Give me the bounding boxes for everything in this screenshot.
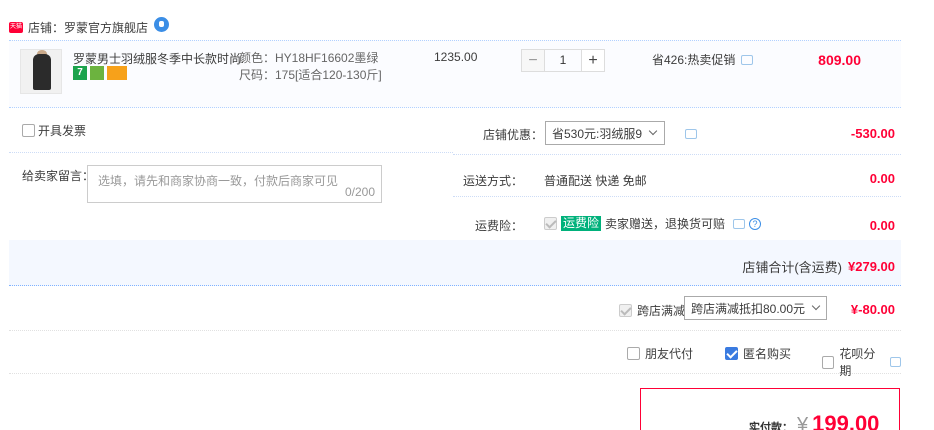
insurance-checkbox: [544, 217, 557, 230]
cross-store-select[interactable]: 跨店满减抵扣80.00元: [684, 296, 827, 320]
guarantee-icon[interactable]: [90, 66, 104, 80]
seven-day-return-icon[interactable]: 7: [73, 66, 87, 80]
store-order-panel: 开具发票 给卖家留言： 选填，请先和商家协商一致，付款后商家可见 0/200 店…: [9, 108, 901, 286]
huabei-info-icon[interactable]: [889, 357, 901, 367]
actual-payment-amount: 199.00: [812, 411, 880, 430]
chevron-down-icon: [811, 301, 821, 311]
huabei-checkbox[interactable]: [822, 355, 835, 369]
chevron-down-icon: [648, 126, 658, 136]
product-title[interactable]: 罗蒙男士羽绒服冬季中长款时尚...: [73, 50, 243, 67]
store-total-label: 店铺合计(含运费): [742, 260, 842, 275]
message-char-count: 0/200: [344, 185, 375, 199]
quantity-input[interactable]: 1: [545, 49, 581, 72]
cross-store-option: 跨店满减: [619, 302, 685, 319]
item-subtotal: 809.00: [818, 52, 861, 68]
discount-info-icon[interactable]: [685, 129, 697, 139]
decrease-quantity-button[interactable]: −: [521, 49, 545, 72]
left-options-panel: 开具发票 给卖家留言： 选填，请先和商家协商一致，付款后商家可见 0/200: [9, 108, 453, 240]
sku-size: 尺码：175[适合120-130斤]: [239, 68, 382, 82]
promotion-info-icon[interactable]: [741, 54, 754, 65]
store-total: 店铺合计(含运费) ¥279.00: [742, 257, 895, 276]
insurance-chat-icon[interactable]: [733, 218, 746, 229]
actual-payment-label: 实付款：: [749, 422, 793, 430]
divider: [9, 152, 453, 153]
message-placeholder: 选填，请先和商家协商一致，付款后商家可见: [98, 174, 339, 188]
store-name[interactable]: 店铺：罗蒙官方旗舰店: [28, 19, 148, 36]
cross-store-amount: ¥-80.00: [850, 302, 895, 317]
sku-info: 颜色：HY18HF16602墨绿 尺码：175[适合120-130斤]: [239, 50, 382, 84]
discount-amount: -530.00: [850, 126, 895, 141]
shipping-method: 普通配送 快递 免邮: [544, 174, 647, 188]
message-textarea[interactable]: 选填，请先和商家协商一致，付款后商家可见 0/200: [87, 165, 382, 203]
cross-store-label: 跨店满减: [637, 304, 686, 318]
anonymous-label: 匿名购买: [743, 347, 792, 361]
invoice-label: 开具发票: [38, 124, 87, 138]
promotion-text: 省426:热卖促销: [652, 53, 736, 67]
friend-pay-label: 朋友代付: [645, 347, 694, 361]
shipping-label: 运送方式：: [462, 174, 523, 188]
order-item-row: 罗蒙男士羽绒服冬季中长款时尚... 7 颜色：HY18HF16602墨绿 尺码：…: [9, 40, 901, 108]
sku-color: 颜色：HY18HF16602墨绿: [239, 51, 379, 65]
currency-symbol: ¥: [797, 414, 809, 430]
credit-card-icon[interactable]: [107, 66, 127, 80]
friend-pay-checkbox[interactable]: [627, 347, 640, 360]
divider: [453, 154, 901, 155]
insurance-text: 卖家赠送，退换货可赔: [605, 217, 726, 231]
discount-label: 店铺优惠：: [482, 128, 543, 142]
insurance-tag: 运费险: [561, 216, 602, 231]
insurance-label: 运费险：: [474, 219, 523, 233]
cross-store-discount-row: 跨店满减 跨店满减抵扣80.00元 ¥-80.00: [9, 288, 901, 331]
product-thumbnail[interactable]: [20, 49, 62, 94]
discount-select[interactable]: 省530元:羽绒服9: [545, 121, 665, 145]
item-promotion: 省426:热卖促销: [652, 51, 754, 68]
increase-quantity-button[interactable]: +: [581, 49, 605, 72]
unit-price: 1235.00: [434, 50, 478, 64]
actual-payment: 实付款： ¥ 199.00: [749, 411, 879, 430]
actual-payment-box: 实付款： ¥ 199.00: [640, 388, 900, 430]
anonymous-checkbox[interactable]: [725, 347, 738, 360]
huabei-label: 花呗分期: [839, 347, 876, 378]
invoice-option[interactable]: 开具发票: [22, 122, 86, 139]
wangwang-chat-icon[interactable]: [154, 16, 170, 32]
message-label: 给卖家留言：: [22, 169, 95, 183]
tmall-store-icon: 天猫: [9, 21, 23, 33]
insurance-amount: 0.00: [869, 218, 895, 233]
divider: [453, 196, 901, 197]
huabei-option[interactable]: 花呗分期: [822, 345, 901, 379]
right-summary-panel: 店铺优惠： 省530元:羽绒服9 -530.00 运送方式： 普通配送 快递 免…: [453, 108, 901, 240]
payment-options-row: 朋友代付 匿名购买 花呗分期: [9, 331, 901, 378]
invoice-checkbox[interactable]: [22, 124, 35, 137]
shipping-amount: 0.00: [869, 171, 895, 186]
store-header: 天猫 店铺：罗蒙官方旗舰店: [9, 14, 170, 40]
help-icon[interactable]: ?: [749, 217, 762, 230]
store-total-amount: ¥279.00: [848, 259, 895, 274]
discount-selected: 省530元:羽绒服9: [552, 126, 643, 141]
cross-store-selected: 跨店满减抵扣80.00元: [691, 301, 806, 316]
friend-pay-option[interactable]: 朋友代付: [627, 345, 693, 362]
cross-store-checkbox: [619, 304, 632, 317]
service-badges: 7: [73, 66, 127, 80]
insurance-option: 运费险 卖家赠送，退换货可赔 ?: [544, 215, 762, 232]
anonymous-option[interactable]: 匿名购买: [725, 345, 791, 362]
quantity-stepper: − 1 +: [521, 49, 605, 74]
